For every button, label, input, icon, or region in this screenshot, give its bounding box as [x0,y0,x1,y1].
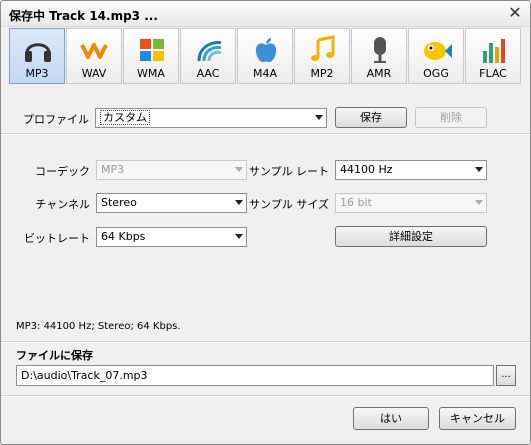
profile-select[interactable]: カスタム [95,108,327,128]
ok-button[interactable]: はい [353,407,429,430]
channel-value: Stereo [101,196,137,209]
format-wma-button[interactable]: WMA [123,28,179,84]
format-aac-button[interactable]: AAC [180,28,236,84]
format-label: FLAC [479,67,507,80]
format-mp3-button[interactable]: MP3 [9,28,65,84]
format-flac-button[interactable]: FLAC [465,28,521,84]
equalizer-icon [483,39,505,63]
divider [1,134,530,135]
profile-value: カスタム [100,110,150,125]
format-mp2-button[interactable]: MP2 [294,28,350,84]
close-icon[interactable]: ✕ [506,4,524,22]
bitrate-label: ビットレート [24,232,90,245]
window-title: 保存中 Track 14.mp3 ... [9,9,158,23]
sample-size-value: 16 bit [340,196,372,209]
format-label: MP2 [310,67,334,80]
sample-rate-label: サンプル レート [248,165,329,178]
divider [1,396,530,397]
divider [1,342,530,343]
bitrate-select[interactable]: 64 Kbps [96,227,247,247]
title-bar: 保存中 Track 14.mp3 ... ✕ [1,1,530,27]
sample-rate-value: 44100 Hz [340,163,393,176]
chevron-down-icon [475,200,483,205]
sample-rate-select[interactable]: 44100 Hz [335,160,487,180]
windows-flag-icon [140,39,164,61]
chevron-down-icon [475,167,483,172]
chevron-down-icon [315,115,323,120]
chevron-down-icon [235,234,243,239]
codec-label: コーデック [35,165,90,178]
file-path-input[interactable]: D:\audio\Track_07.mp3 [16,365,494,386]
format-label: M4A [252,67,277,80]
format-label: OGG [423,67,449,80]
format-label: MP3 [25,67,49,80]
channel-select[interactable]: Stereo [96,193,247,213]
save-dialog: 保存中 Track 14.mp3 ... ✕ MP3 WAV WMA AAC M… [0,0,531,445]
format-amr-button[interactable]: AMR [351,28,407,84]
format-label: AMR [366,67,392,80]
channel-label: チャンネル [35,198,90,211]
profile-label: プロファイル [23,113,89,126]
cancel-button[interactable]: キャンセル [439,407,516,430]
advanced-settings-button[interactable]: 詳細設定 [335,226,487,247]
wav-wave-icon [80,43,108,59]
save-profile-button[interactable]: 保存 [335,107,407,128]
apple-icon [255,38,277,63]
format-toolbar: MP3 WAV WMA AAC M4A MP2 AMR OGG FLAC [9,28,523,86]
browse-button[interactable]: ... [496,365,516,386]
save-to-label: ファイルに保存 [16,349,93,362]
format-ogg-button[interactable]: OGG [408,28,464,84]
format-label: WMA [137,67,165,80]
format-label: WAV [81,67,107,80]
status-text: MP3: 44100 Hz; Stereo; 64 Kbps. [16,321,181,332]
codec-value: MP3 [101,163,125,176]
delete-profile-button[interactable]: 削除 [415,107,487,128]
sample-size-select[interactable]: 16 bit [335,193,487,213]
microphone-icon [374,37,386,63]
headphones-icon [25,43,51,62]
sample-size-label: サンプル サイズ [249,198,329,211]
format-label: AAC [196,67,220,80]
aac-wave-icon [197,41,222,62]
fish-icon [424,42,452,60]
music-note-icon [311,35,335,61]
format-wav-button[interactable]: WAV [66,28,122,84]
codec-select[interactable]: MP3 [96,160,247,180]
format-m4a-button[interactable]: M4A [237,28,293,84]
bitrate-value: 64 Kbps [101,230,146,243]
